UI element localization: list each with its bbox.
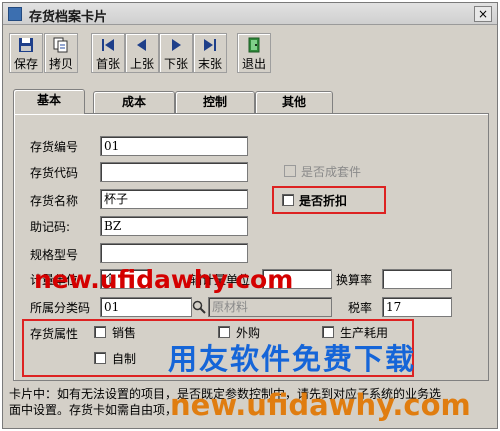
title-bar: 存货档案卡片 × <box>3 3 497 25</box>
mnemonic-label: 助记码: <box>30 220 71 234</box>
magnifier-icon[interactable] <box>192 300 206 317</box>
tax-rate-label: 税率 <box>348 301 373 315</box>
self-made-label: 自制 <box>112 352 137 366</box>
tab-basic[interactable]: 基本 <box>13 89 85 114</box>
first-record-icon <box>92 37 124 57</box>
app-icon <box>8 7 22 21</box>
status-line-1: 卡片中：如有无法设置的项目，是否既定参数控制中，请先到对应子系统的业务选 <box>9 387 442 401</box>
first-record-button[interactable]: 首张 <box>91 33 125 73</box>
next-record-button[interactable]: 下张 <box>159 33 193 73</box>
sales-label: 销售 <box>112 326 137 340</box>
category-code-input[interactable]: 01 <box>100 297 192 317</box>
exit-door-icon <box>238 37 270 57</box>
inventory-name-label: 存货名称 <box>30 194 79 208</box>
previous-record-button[interactable]: 上张 <box>125 33 159 73</box>
tab-control[interactable]: 控制 <box>175 91 255 113</box>
last-record-button[interactable]: 末张 <box>193 33 227 73</box>
unit-label: 计量单位 <box>30 273 79 287</box>
set-item-checkbox[interactable] <box>284 165 296 177</box>
tab-other[interactable]: 其他 <box>255 91 333 113</box>
sales-checkbox[interactable] <box>94 326 106 338</box>
next-record-icon <box>160 37 192 57</box>
floppy-disk-icon <box>10 37 42 57</box>
previous-record-icon <box>126 37 158 57</box>
inventory-alias-label: 存货代码 <box>30 166 79 180</box>
window-title: 存货档案卡片 <box>29 10 108 25</box>
copy-icon <box>45 37 77 57</box>
mnemonic-input[interactable]: BZ <box>100 216 248 236</box>
unit-input[interactable]: 个 <box>100 269 150 289</box>
attributes-title: 存货属性 <box>30 327 79 341</box>
status-line-2: 面中设置。存货卡如需自由项， <box>9 403 178 417</box>
toolbar: 保存 拷贝 首张 上张 下张 末张 退出 <box>7 33 487 75</box>
purchase-checkbox[interactable] <box>218 326 230 338</box>
inventory-alias-input[interactable] <box>100 162 248 182</box>
conversion-rate-label: 换算率 <box>336 273 373 287</box>
self-made-checkbox[interactable] <box>94 352 106 364</box>
tax-rate-input[interactable]: 17 <box>382 297 452 317</box>
set-item-label: 是否成套件 <box>301 165 362 179</box>
conversion-rate-input[interactable] <box>382 269 452 289</box>
aux-unit-label: 辅计量单位 <box>190 273 251 287</box>
basic-tab-panel: 存货编号 01 存货代码 是否成套件 存货名称 杯子 是否折扣 助记码: BZ … <box>13 113 489 381</box>
inventory-card-window: 存货档案卡片 × 保存 拷贝 首张 上张 下张 末张 退出 基本 成本 控制 其… <box>2 2 498 429</box>
save-button[interactable]: 保存 <box>9 33 43 73</box>
inventory-code-label: 存货编号 <box>30 140 79 154</box>
production-use-label: 生产耗用 <box>340 326 389 340</box>
category-name-display: 原材料 <box>208 297 332 317</box>
spec-model-input[interactable] <box>100 243 248 263</box>
discount-checkbox[interactable] <box>282 194 294 206</box>
inventory-code-input[interactable]: 01 <box>100 136 248 156</box>
category-code-label: 所属分类码 <box>30 301 91 315</box>
spec-model-label: 规格型号 <box>30 248 79 262</box>
close-button[interactable]: × <box>474 6 492 22</box>
inventory-name-input[interactable]: 杯子 <box>100 189 248 209</box>
discount-label: 是否折扣 <box>299 194 348 208</box>
production-use-checkbox[interactable] <box>322 326 334 338</box>
aux-unit-input[interactable] <box>262 269 332 289</box>
copy-button[interactable]: 拷贝 <box>44 33 78 73</box>
tab-strip: 基本 成本 控制 其他 <box>13 89 483 114</box>
last-record-icon <box>194 37 226 57</box>
tab-cost[interactable]: 成本 <box>93 91 175 113</box>
status-hint: 卡片中：如有无法设置的项目，是否既定参数控制中，请先到对应子系统的业务选 面中设… <box>7 385 493 425</box>
purchase-label: 外购 <box>236 326 261 340</box>
exit-button[interactable]: 退出 <box>237 33 271 73</box>
